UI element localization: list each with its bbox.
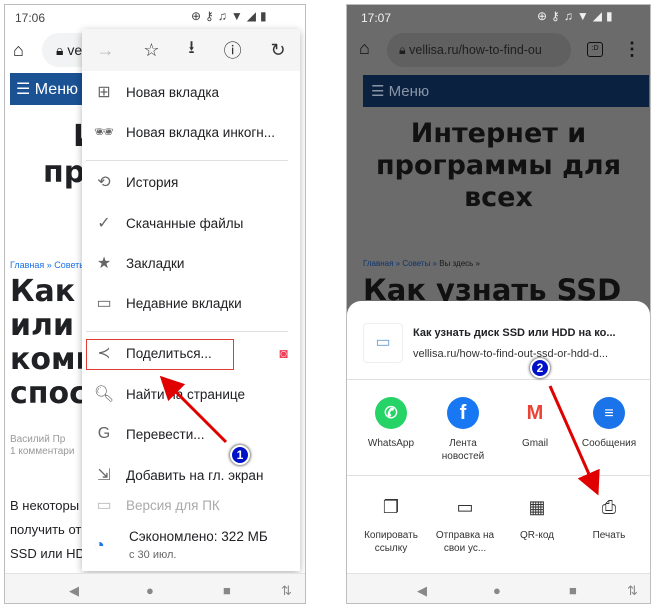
share-app-gmail[interactable]: M Gmail bbox=[499, 397, 571, 450]
add-home-icon: ⇲ bbox=[97, 467, 111, 484]
lock-icon: 🔒︎ bbox=[56, 42, 64, 58]
refresh-icon[interactable]: ↻ bbox=[270, 40, 285, 61]
bookmarks-icon: ★ bbox=[96, 255, 112, 272]
url-text: vellisa.ru/how-to-find-ou bbox=[409, 43, 542, 57]
status-time: 17:06 bbox=[15, 11, 46, 25]
menu-item-bookmarks[interactable]: ★ Закладки bbox=[82, 243, 300, 283]
divider bbox=[86, 160, 288, 161]
star-icon[interactable]: ☆ bbox=[143, 40, 159, 61]
gmail-icon: M bbox=[519, 397, 551, 429]
android-nav-bar: ◀ ● ■ ⇅ bbox=[5, 573, 305, 603]
action-qr-code[interactable]: ▦ QR-код bbox=[499, 497, 575, 542]
share-sheet: ▭ Как узнать диск SSD или HDD на ко... v… bbox=[347, 301, 650, 577]
new-tab-icon: ⊞ bbox=[97, 84, 111, 101]
menu-toolbar: → ☆ ⭳ ⓘ ↻ bbox=[82, 29, 300, 71]
pocket-icon[interactable]: ◙ bbox=[280, 345, 288, 361]
incognito-icon: 🕶︎ bbox=[93, 124, 115, 141]
menu-item-find[interactable]: 🔍︎ Найти на странице bbox=[82, 374, 300, 414]
share-app-messages[interactable]: ≡ Сообщения bbox=[573, 397, 645, 450]
menu-item-desktop[interactable]: ▭ Версия для ПК bbox=[82, 491, 300, 519]
status-icons: ⊕⚷♫▼◢▮ bbox=[537, 9, 617, 23]
left-phone-screenshot: 17:06 ⊕⚷♫▼◢▮ ⌂ 🔒︎ ve ☰ Меню Ипро Главная… bbox=[4, 4, 306, 604]
menu-item-recent-tabs[interactable]: ▭ Недавние вкладки bbox=[82, 283, 300, 323]
menu-item-incognito[interactable]: 🕶︎ Новая вкладка инкогн... bbox=[82, 112, 300, 152]
menu-item-new-tab[interactable]: ⊞ Новая вкладка bbox=[82, 72, 300, 112]
recents-icon[interactable]: ■ bbox=[569, 583, 577, 598]
menu-label: Меню bbox=[34, 81, 79, 98]
action-copy-link[interactable]: ❐ Копировать ссылку bbox=[353, 497, 429, 555]
history-icon: ⟲ bbox=[97, 174, 111, 191]
page-thumbnail: ▭ bbox=[363, 323, 403, 363]
lock-icon: 🔒︎ bbox=[399, 43, 406, 57]
rotate-icon[interactable]: ⇅ bbox=[281, 583, 292, 599]
rotate-icon[interactable]: ⇅ bbox=[627, 583, 638, 599]
home-nav-icon[interactable]: ● bbox=[146, 583, 154, 598]
share-title: Как узнать диск SSD или HDD на ко... bbox=[413, 327, 616, 339]
share-app-facebook[interactable]: f Лента новостей bbox=[427, 397, 499, 463]
messages-icon: ≡ bbox=[593, 397, 625, 429]
status-time: 17:07 bbox=[361, 11, 392, 25]
back-icon[interactable]: ◀ bbox=[69, 583, 79, 599]
find-icon: 🔍︎ bbox=[93, 386, 115, 403]
menu-item-add-home[interactable]: ⇲ Добавить на гл. экран bbox=[82, 455, 300, 495]
site-menu-bar[interactable]: ☰ Меню bbox=[363, 75, 649, 107]
article-meta: Василий Пр 1 комментари bbox=[10, 434, 75, 457]
divider bbox=[347, 475, 650, 476]
translate-icon: G bbox=[97, 425, 111, 442]
back-icon[interactable]: ◀ bbox=[417, 583, 427, 599]
recent-tabs-icon: ▭ bbox=[96, 295, 112, 312]
recents-icon[interactable]: ■ bbox=[223, 583, 231, 598]
whatsapp-icon: ✆ bbox=[375, 397, 407, 429]
qr-code-icon: ▦ bbox=[528, 497, 546, 517]
chrome-overflow-menu: → ☆ ⭳ ⓘ ↻ ⊞ Новая вкладка 🕶︎ Новая вкладка… bbox=[82, 29, 300, 571]
right-phone-screenshot: 17:07 ⊕⚷♫▼◢▮ ⌂ 🔒︎ vellisa.ru/how-to-find… bbox=[346, 4, 651, 604]
facebook-icon: f bbox=[447, 397, 479, 429]
action-send-to-devices[interactable]: ▭ Отправка на свои ус... bbox=[427, 497, 503, 555]
status-icons: ⊕⚷♫▼◢▮ bbox=[191, 9, 271, 23]
step-badge-2: 2 bbox=[530, 358, 550, 378]
savings-item[interactable]: ◔ Сэкономлено: 322 МБ с 30 июл. bbox=[82, 521, 300, 571]
action-print[interactable]: ⎙ Печать bbox=[571, 497, 647, 542]
android-nav-bar: ◀ ● ■ ⇅ bbox=[347, 573, 650, 603]
menu-item-history[interactable]: ⟲ История bbox=[82, 162, 300, 202]
desktop-icon: ▭ bbox=[96, 497, 112, 514]
forward-icon[interactable]: → bbox=[96, 40, 114, 61]
home-icon[interactable]: ⌂ bbox=[359, 38, 370, 59]
step-badge-1: 1 bbox=[230, 445, 250, 465]
menu-item-downloads[interactable]: ✓ Скачанные файлы bbox=[82, 203, 300, 243]
print-icon: ⎙ bbox=[601, 497, 617, 517]
downloads-icon: ✓ bbox=[97, 215, 111, 232]
tab-switcher-button[interactable]: :D bbox=[587, 42, 603, 57]
address-bar[interactable]: 🔒︎ vellisa.ru/how-to-find-ou bbox=[387, 33, 571, 67]
divider bbox=[86, 331, 288, 332]
send-to-devices-icon: ▭ bbox=[456, 497, 474, 517]
breadcrumb: Главная » Советы » Вы здесь » bbox=[363, 259, 480, 268]
copy-icon: ❐ bbox=[382, 497, 400, 517]
home-nav-icon[interactable]: ● bbox=[493, 583, 501, 598]
info-icon[interactable]: ⓘ bbox=[224, 37, 242, 63]
home-icon[interactable]: ⌂ bbox=[13, 40, 24, 61]
share-highlight-box bbox=[86, 339, 234, 370]
url-text: ve bbox=[67, 42, 83, 58]
divider bbox=[347, 379, 650, 380]
share-url: vellisa.ru/how-to-find-out-ssd-or-hdd-d.… bbox=[413, 348, 609, 360]
site-title: Интернет и программы для всех bbox=[375, 118, 622, 213]
menu-item-translate[interactable]: G Перевести... bbox=[82, 414, 300, 454]
more-menu-icon[interactable]: ⋮ bbox=[623, 39, 641, 60]
share-app-whatsapp[interactable]: ✆ WhatsApp bbox=[355, 397, 427, 450]
breadcrumb[interactable]: Главная » Советы bbox=[10, 260, 86, 270]
data-saver-icon: ◔ bbox=[94, 535, 105, 555]
download-icon[interactable]: ⭳ bbox=[188, 35, 194, 65]
